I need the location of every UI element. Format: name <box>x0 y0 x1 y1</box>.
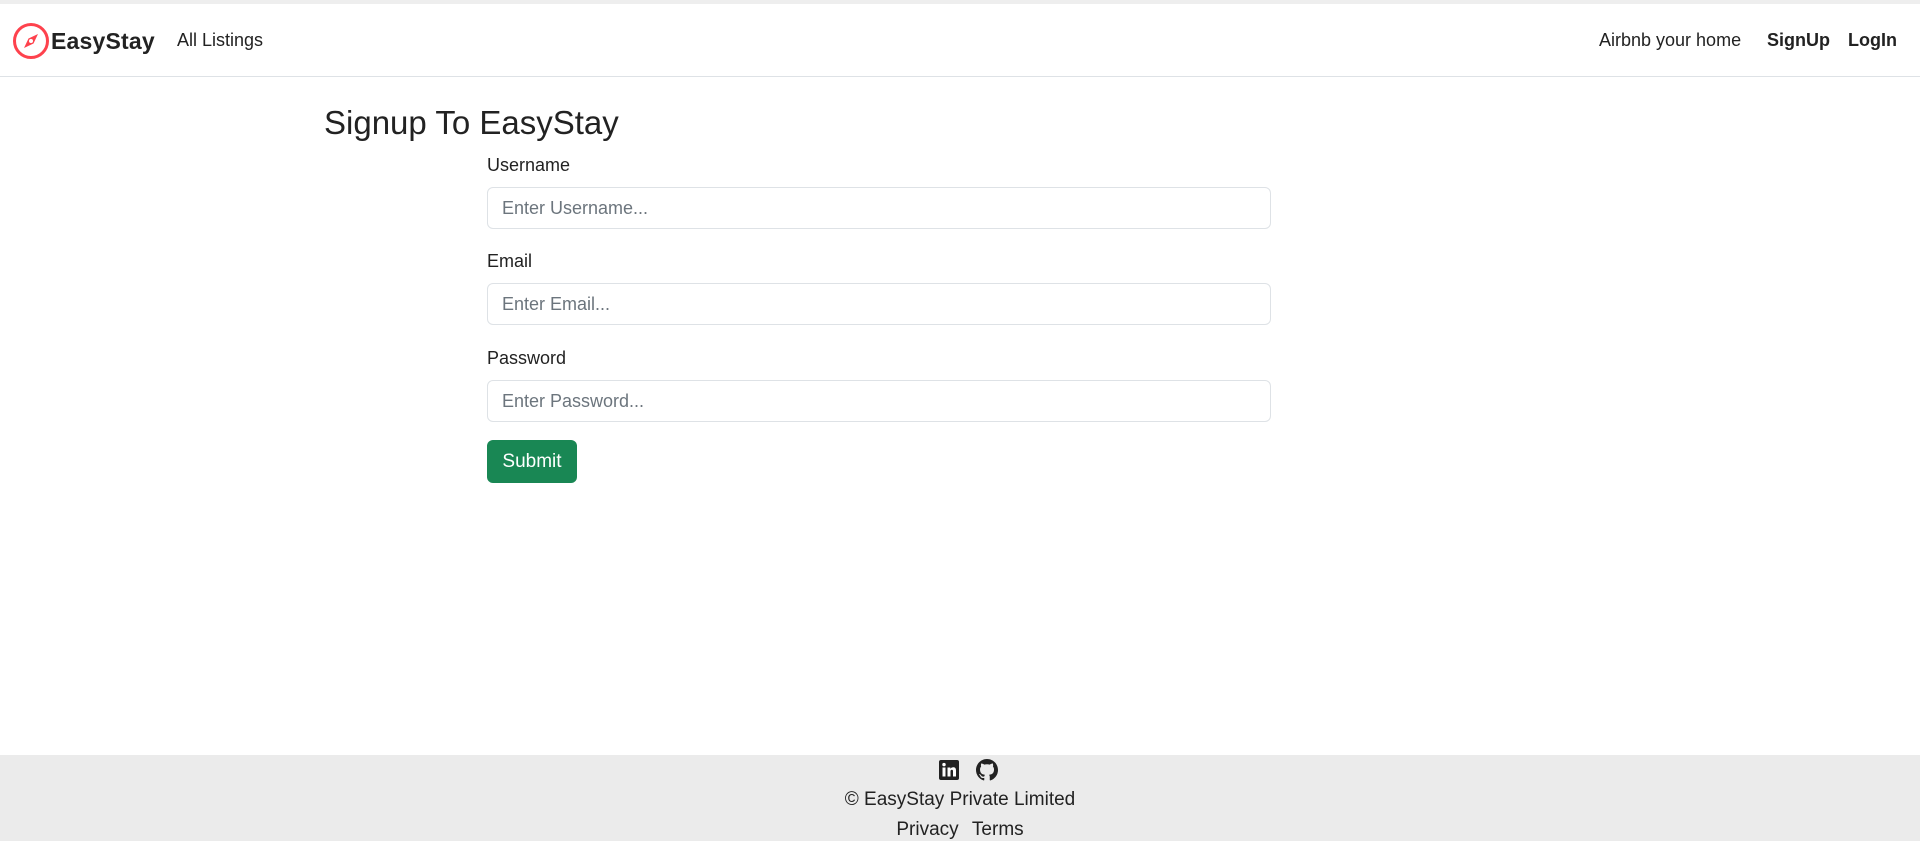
nav-airbnb-your-home[interactable]: Airbnb your home <box>1599 30 1741 51</box>
nav-all-listings[interactable]: All Listings <box>177 30 263 51</box>
footer-privacy-link[interactable]: Privacy <box>896 819 958 840</box>
password-label: Password <box>487 348 567 368</box>
social-links <box>938 759 998 781</box>
navbar: EasyStay All Listings Airbnb your home S… <box>0 4 1920 77</box>
footer-links: Privacy Terms <box>0 819 1920 841</box>
nav-login[interactable]: LogIn <box>1848 30 1897 51</box>
linkedin-icon[interactable] <box>938 759 960 781</box>
compass-icon <box>13 23 49 59</box>
footer-terms-link[interactable]: Terms <box>972 819 1024 840</box>
nav-signup[interactable]: SignUp <box>1767 30 1830 51</box>
username-label: Username <box>487 155 571 175</box>
brand-link[interactable]: EasyStay <box>12 21 155 61</box>
github-icon[interactable] <box>976 759 998 781</box>
brand-name: EasyStay <box>51 27 155 54</box>
copyright-text: © EasyStay Private Limited <box>844 789 1076 810</box>
email-input[interactable] <box>487 283 1271 325</box>
username-input[interactable] <box>487 187 1271 229</box>
submit-button[interactable]: Submit <box>487 440 577 483</box>
email-label: Email <box>487 251 533 271</box>
page-title: Signup To EasyStay <box>324 104 619 141</box>
password-input[interactable] <box>487 380 1271 422</box>
